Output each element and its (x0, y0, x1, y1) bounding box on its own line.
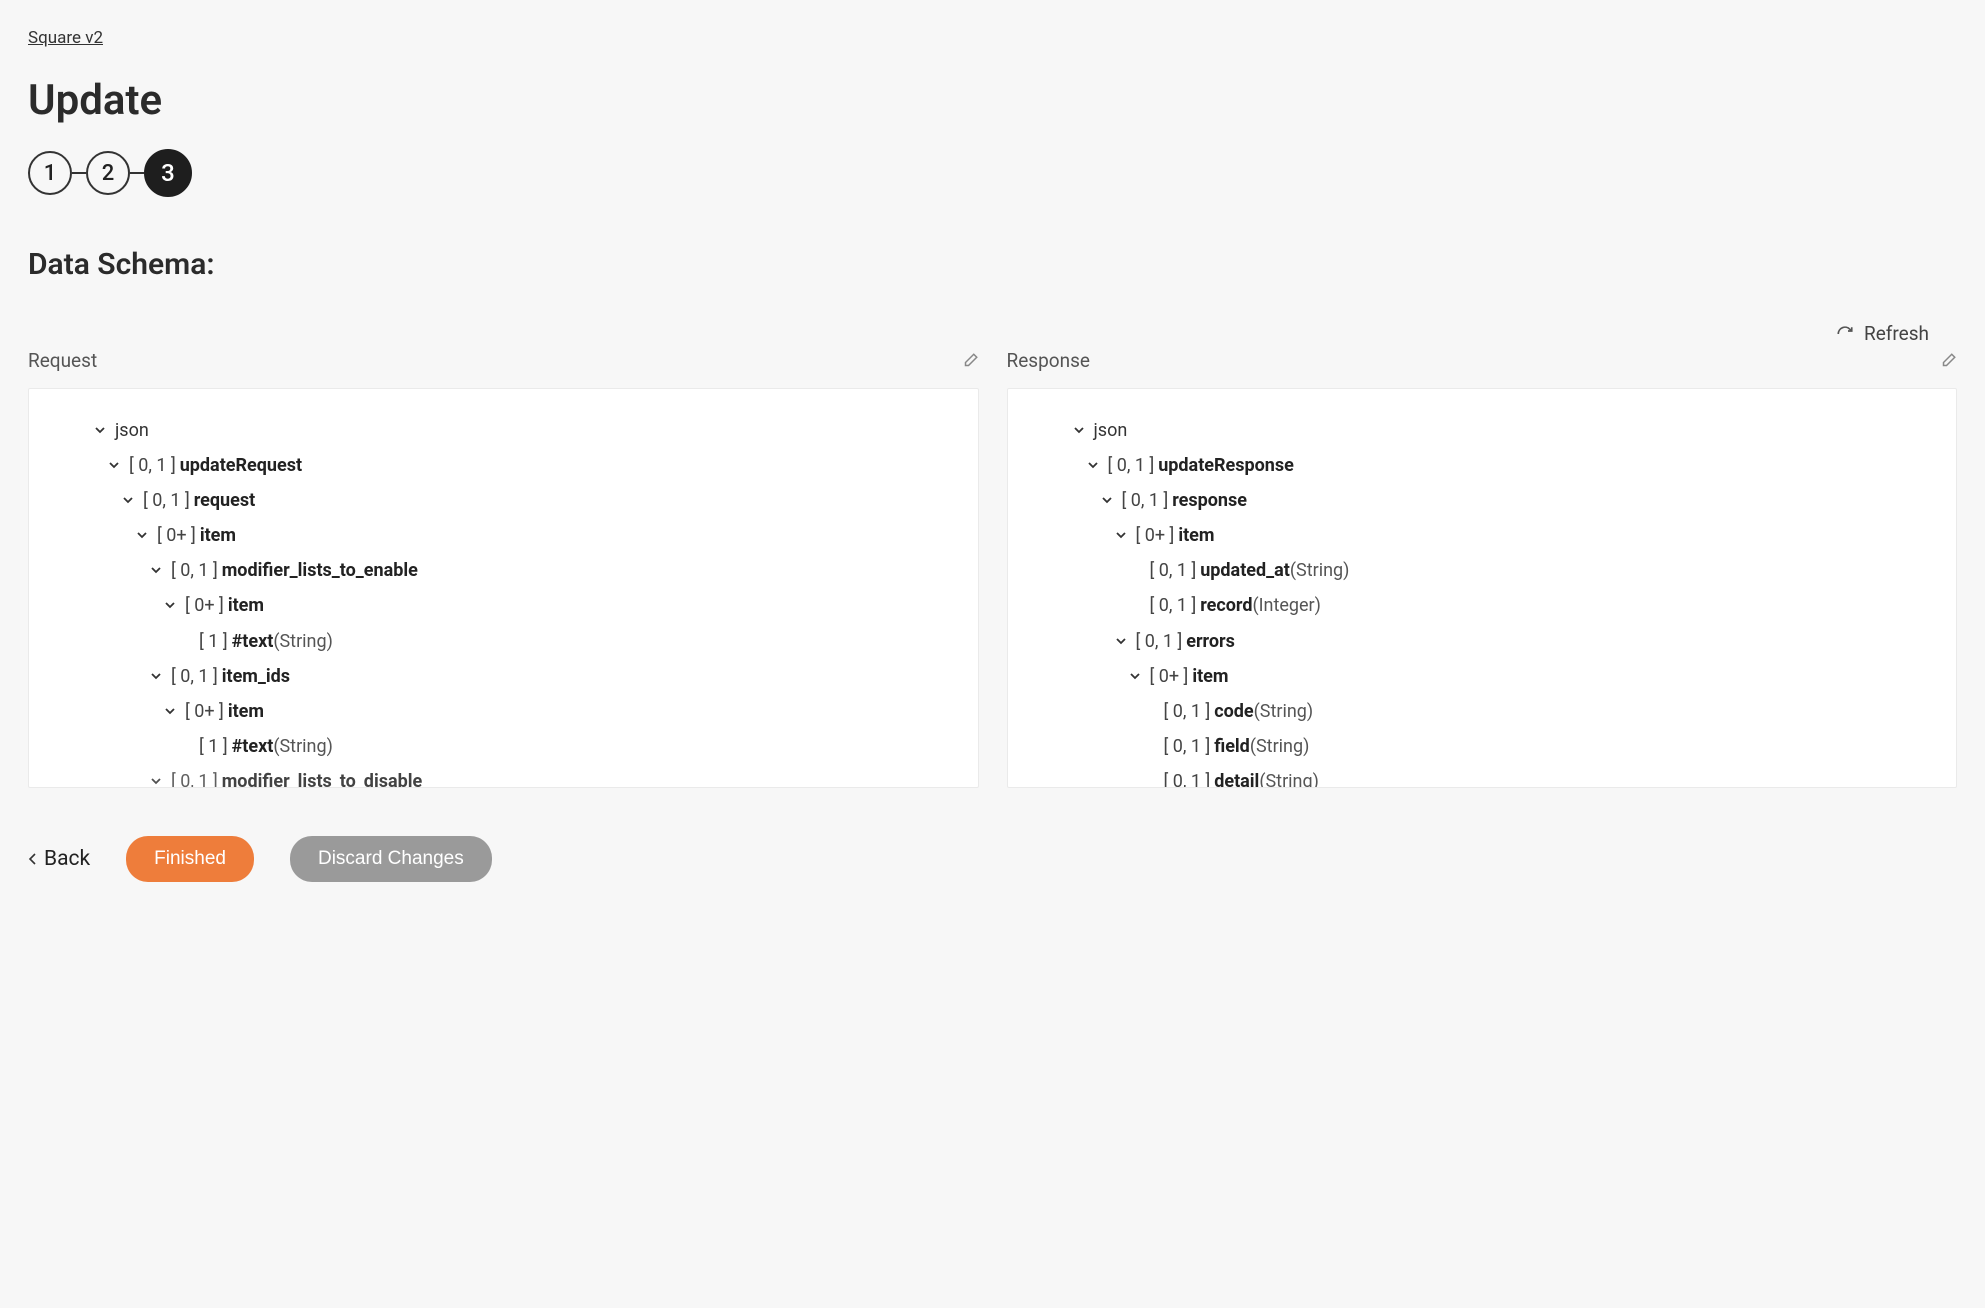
tree-card: [ 0, 1 ] (171, 659, 218, 694)
request-label: Request (28, 349, 97, 372)
tree-node[interactable]: errors (1186, 624, 1235, 659)
edit-request-icon[interactable] (961, 352, 979, 370)
tree-node[interactable]: item (228, 588, 264, 623)
step-1[interactable]: 1 (28, 151, 72, 195)
tree-card: [ 0+ ] (185, 694, 224, 729)
step-3[interactable]: 3 (144, 149, 192, 197)
tree-card: [ 0+ ] (1150, 659, 1189, 694)
chevron-down-icon[interactable] (149, 564, 163, 576)
chevron-down-icon[interactable] (1128, 670, 1142, 682)
chevron-down-icon[interactable] (135, 529, 149, 541)
chevron-down-icon[interactable] (1086, 459, 1100, 471)
stepper: 1 2 3 (28, 149, 1957, 197)
back-button[interactable]: Back (28, 847, 90, 871)
tree-node[interactable]: item (1192, 659, 1228, 694)
page-title: Update (28, 76, 1957, 125)
tree-node[interactable]: detail (1214, 764, 1259, 788)
tree-node[interactable]: record (1200, 588, 1252, 623)
tree-card: [ 0, 1 ] (1164, 694, 1211, 729)
tree-node[interactable]: item (1178, 518, 1214, 553)
tree-node[interactable]: response (1172, 483, 1247, 518)
tree-card: [ 0, 1 ] (1164, 764, 1211, 788)
tree-node[interactable]: modifier_lists_to_enable (222, 553, 418, 588)
chevron-down-icon[interactable] (149, 670, 163, 682)
tree-card: [ 0, 1 ] (1122, 483, 1169, 518)
tree-node[interactable]: updateRequest (180, 448, 302, 483)
chevron-down-icon[interactable] (1100, 494, 1114, 506)
chevron-down-icon[interactable] (1114, 635, 1128, 647)
chevron-left-icon (28, 852, 38, 866)
tree-node[interactable]: item_ids (222, 659, 290, 694)
chevron-down-icon[interactable] (163, 599, 177, 611)
tree-card: [ 0+ ] (157, 518, 196, 553)
discard-button[interactable]: Discard Changes (290, 836, 492, 882)
tree-type: (String) (1250, 729, 1310, 764)
tree-type: (String) (273, 729, 333, 764)
tree-node[interactable]: #text (232, 624, 274, 659)
tree-card: [ 0, 1 ] (1150, 588, 1197, 623)
tree-node[interactable]: item (228, 694, 264, 729)
edit-response-icon[interactable] (1939, 352, 1957, 370)
tree-card: [ 0+ ] (1136, 518, 1175, 553)
tree-type: (String) (1254, 694, 1314, 729)
tree-node[interactable]: #text (232, 729, 274, 764)
chevron-down-icon[interactable] (1114, 529, 1128, 541)
step-connector (72, 172, 86, 174)
tree-card: [ 0, 1 ] (171, 553, 218, 588)
chevron-down-icon[interactable] (93, 424, 107, 436)
tree-type: (String) (1259, 764, 1319, 788)
chevron-down-icon[interactable] (1072, 424, 1086, 436)
tree-node-root[interactable]: json (1094, 413, 1128, 448)
step-2[interactable]: 2 (86, 151, 130, 195)
tree-card: [ 0, 1 ] (1136, 624, 1183, 659)
tree-node-root[interactable]: json (115, 413, 149, 448)
tree-card: [ 0+ ] (185, 588, 224, 623)
step-connector (130, 172, 144, 174)
section-title: Data Schema: (28, 247, 1957, 282)
tree-node[interactable]: item (200, 518, 236, 553)
tree-type: (String) (1290, 553, 1350, 588)
tree-node[interactable]: code (1214, 694, 1253, 729)
tree-node[interactable]: field (1214, 729, 1250, 764)
chevron-down-icon[interactable] (107, 459, 121, 471)
tree-node[interactable]: updated_at (1200, 553, 1290, 588)
refresh-icon[interactable] (1836, 325, 1854, 343)
finished-button[interactable]: Finished (126, 836, 254, 882)
tree-type: (Integer) (1252, 588, 1320, 623)
tree-node[interactable]: request (194, 483, 255, 518)
tree-card: [ 0, 1 ] (1150, 553, 1197, 588)
tree-card: [ 0, 1 ] (1164, 729, 1211, 764)
back-label: Back (44, 847, 90, 871)
tree-card: [ 0, 1 ] (143, 483, 190, 518)
response-tree: json [ 0, 1 ] updateResponse [ 0, 1 ] re… (1007, 388, 1958, 788)
breadcrumb[interactable]: Square v2 (28, 28, 1957, 48)
tree-type: (String) (273, 624, 333, 659)
response-label: Response (1007, 349, 1090, 372)
request-panel: Request json [ 0, 1 ] updateRequest [ 0,… (28, 349, 979, 788)
tree-card: [ 1 ] (199, 624, 228, 659)
tree-card: [ 0, 1 ] (129, 448, 176, 483)
response-panel: Response json [ 0, 1 ] updateResponse [ … (1007, 349, 1958, 788)
tree-card: [ 0, 1 ] (1108, 448, 1155, 483)
tree-card: [ 1 ] (199, 729, 228, 764)
refresh-button[interactable]: Refresh (1864, 322, 1929, 345)
tree-node[interactable]: updateResponse (1158, 448, 1294, 483)
request-tree: json [ 0, 1 ] updateRequest [ 0, 1 ] req… (28, 388, 979, 788)
chevron-down-icon[interactable] (163, 705, 177, 717)
chevron-down-icon[interactable] (121, 494, 135, 506)
